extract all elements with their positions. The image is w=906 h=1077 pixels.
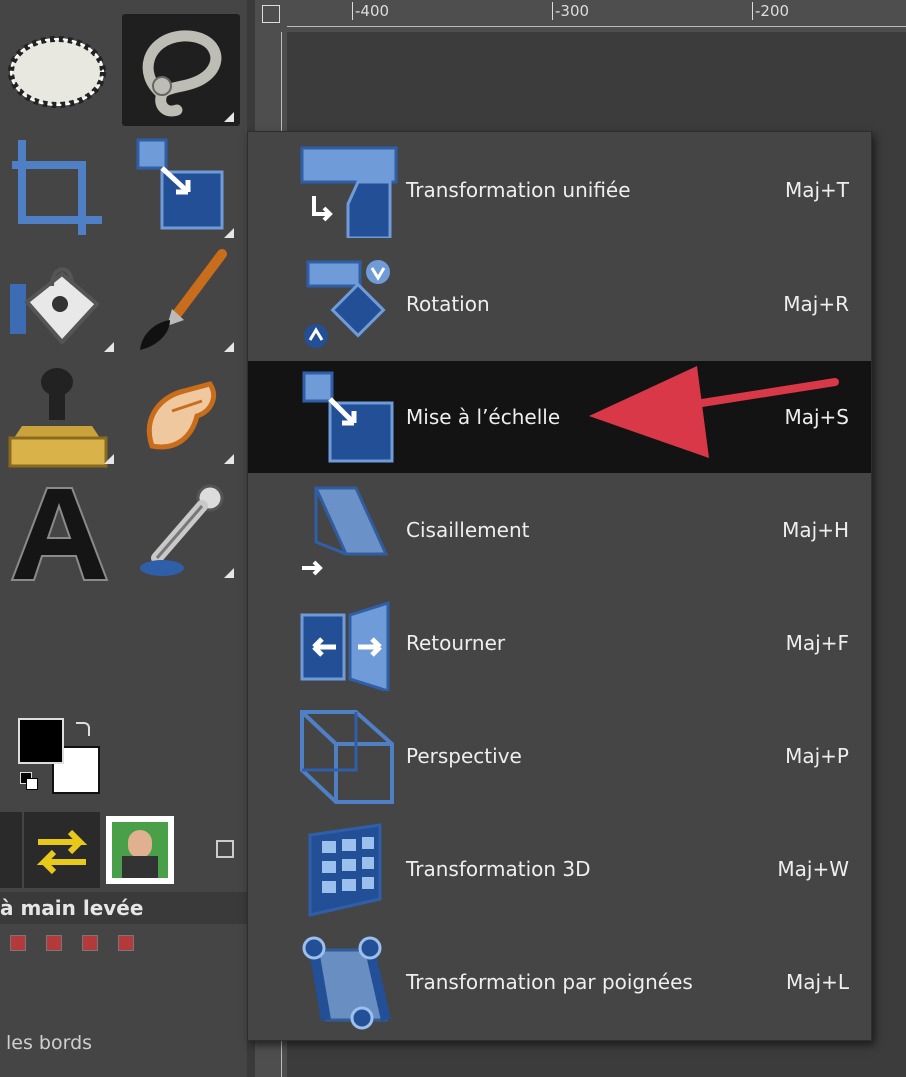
mode-subtract-icon[interactable]	[82, 935, 98, 951]
menu-item-perspective[interactable]: Perspective Maj+P	[248, 700, 871, 812]
menu-item-3d-transform[interactable]: Transformation 3D Maj+W	[248, 813, 871, 925]
menu-item-label: Cisaillement	[406, 518, 530, 542]
ellipse-select-tool[interactable]	[2, 14, 120, 126]
undo-history-button[interactable]	[24, 812, 100, 888]
foreground-color-swatch[interactable]	[18, 718, 64, 764]
paintbrush-tool-icon	[140, 249, 227, 350]
3d-transform-icon	[308, 823, 382, 917]
perspective-icon	[300, 710, 394, 804]
menu-item-unified-transform[interactable]: Transformation unifiée Maj+T	[248, 134, 871, 246]
menu-item-shortcut: Maj+H	[782, 518, 849, 542]
menu-item-shortcut: Maj+T	[784, 178, 849, 202]
shear-icon	[302, 486, 389, 576]
tool-group-indicator-icon	[224, 454, 234, 464]
tool-group-indicator-icon	[104, 454, 114, 464]
scale-tool-icon	[136, 138, 224, 230]
color-swatches[interactable]	[18, 718, 103, 798]
default-colors-icon-bg	[26, 778, 38, 790]
bucket-fill-tool-icon	[10, 267, 100, 345]
tool-group-indicator-icon	[224, 112, 234, 122]
clone-tool-icon	[8, 368, 108, 468]
free-select-tool[interactable]	[122, 14, 240, 126]
menu-item-shortcut: Maj+P	[785, 744, 849, 768]
selection-mode-icons	[10, 935, 154, 961]
horizontal-ruler[interactable]: -400 -300 -200	[255, 0, 906, 32]
smudge-tool-icon	[146, 381, 216, 450]
tool-group-indicator-icon	[224, 342, 234, 352]
ruler-tick-label: -300	[552, 2, 589, 20]
mode-intersect-icon[interactable]	[118, 935, 134, 951]
menu-item-shortcut: Maj+L	[786, 970, 849, 994]
text-tool-icon	[10, 487, 109, 581]
ellipse-select-tool-icon	[8, 36, 106, 108]
menu-item-shear[interactable]: Cisaillement Maj+H	[248, 474, 871, 586]
smudge-tool[interactable]	[122, 356, 240, 468]
thumbnail-body	[122, 856, 158, 878]
menu-item-flip[interactable]: Retourner Maj+F	[248, 587, 871, 699]
annotation-arrow-icon	[589, 366, 839, 458]
dock-icon-row	[0, 812, 247, 888]
rotate-icon	[304, 260, 390, 348]
mode-add-icon[interactable]	[46, 935, 62, 951]
quick-mask-toggle[interactable]	[262, 5, 280, 23]
undo-history-icon	[36, 829, 88, 875]
transform-tools-menu: Transformation unifiée Maj+T Rotation Ma…	[247, 131, 872, 1041]
mode-replace-icon[interactable]	[10, 935, 26, 951]
dock-menu-icon[interactable]	[216, 840, 234, 858]
menu-item-label: Retourner	[406, 631, 506, 655]
crop-tool[interactable]	[2, 130, 120, 242]
ruler-tick-label: -400	[352, 2, 389, 20]
tool-group-indicator-icon	[224, 228, 234, 238]
menu-item-rotate[interactable]: Rotation Maj+R	[248, 248, 871, 360]
unified-transform-icon	[300, 146, 398, 238]
text-tool[interactable]	[2, 470, 120, 582]
tool-group-indicator-icon	[104, 342, 114, 352]
paintbrush-tool[interactable]	[122, 244, 240, 356]
clone-tool[interactable]	[2, 356, 120, 468]
tool-group-indicator-icon	[224, 568, 234, 578]
bucket-fill-tool[interactable]	[2, 244, 120, 356]
menu-item-label: Transformation par poignées	[406, 970, 693, 994]
handle-transform-icon	[302, 936, 391, 1030]
color-picker-tool-icon	[140, 484, 224, 576]
menu-item-shortcut: Maj+F	[785, 631, 849, 655]
menu-item-label: Rotation	[406, 292, 490, 316]
ruler-tick-label: -200	[752, 2, 789, 20]
brush-preview[interactable]	[0, 812, 22, 888]
scale-tool[interactable]	[122, 130, 240, 242]
tool-options-title: à main levée	[0, 892, 247, 924]
menu-item-label: Perspective	[406, 744, 522, 768]
menu-item-handle-transform[interactable]: Transformation par poignées Maj+L	[248, 926, 871, 1038]
menu-item-label: Transformation unifiée	[406, 178, 631, 202]
image-thumbnail[interactable]	[106, 816, 174, 884]
toolbox: à main levée les bords	[0, 0, 247, 1077]
ruler-baseline	[287, 26, 906, 27]
menu-item-label: Transformation 3D	[406, 857, 591, 881]
thumbnail-face	[128, 830, 152, 858]
free-select-tool-icon	[142, 30, 222, 117]
crop-tool-icon	[12, 140, 102, 235]
feather-edges-label: les bords	[6, 1032, 93, 1054]
menu-item-label: Mise à l’échelle	[406, 405, 561, 429]
menu-item-shortcut: Maj+W	[777, 857, 849, 881]
menu-item-shortcut: Maj+R	[783, 292, 849, 316]
swap-colors-icon[interactable]	[76, 722, 90, 736]
color-picker-tool[interactable]	[122, 470, 240, 582]
scale-icon	[302, 371, 394, 463]
flip-icon	[300, 600, 390, 691]
